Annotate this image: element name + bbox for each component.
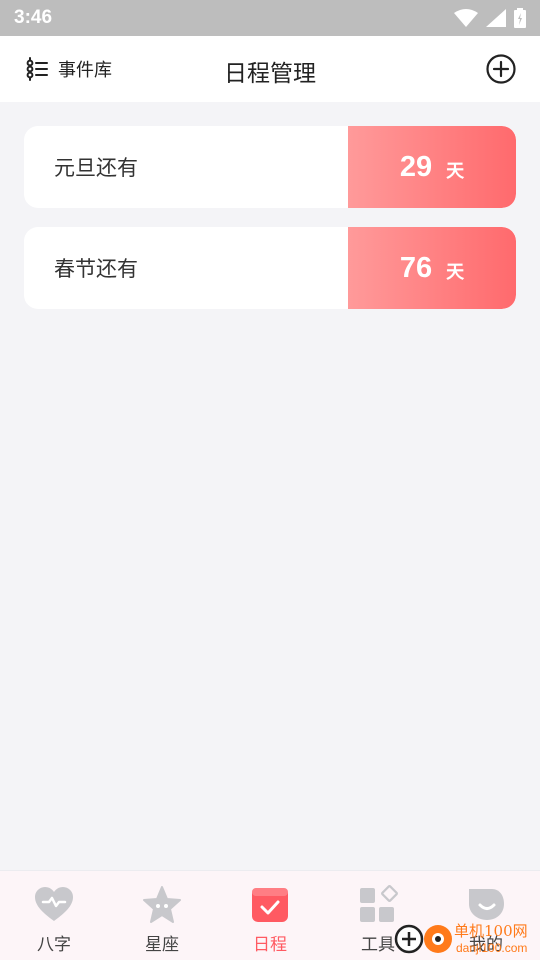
nav-item-constellation[interactable]: 星座 <box>108 871 216 960</box>
page-title: 日程管理 <box>224 61 316 87</box>
nav-label: 八字 <box>37 935 71 955</box>
watermark: 单机100网 danji100.com <box>394 918 540 960</box>
nav-label: 工具 <box>361 935 395 955</box>
status-time: 3:46 <box>14 7 53 28</box>
header: 事件库 日程管理 <box>0 36 540 102</box>
event-name: 春节还有 <box>54 257 138 281</box>
calendar-check-icon <box>252 888 288 922</box>
event-card-new-year[interactable]: 元旦还有 29 天 <box>24 126 516 208</box>
heart-icon <box>35 887 73 921</box>
nav-item-bazi[interactable]: 八字 <box>0 871 108 960</box>
event-list: 元旦还有 29 天 春节还有 76 天 <box>24 126 516 328</box>
battery-icon <box>514 8 526 28</box>
wifi-icon <box>454 9 478 27</box>
watermark-url: danji100.com <box>456 941 528 955</box>
star-icon <box>143 886 181 923</box>
event-days: 76 <box>399 251 433 284</box>
add-event-button[interactable] <box>485 53 517 85</box>
watermark-logo-icon <box>394 924 452 954</box>
event-unit: 天 <box>446 262 465 283</box>
event-countdown: 76 天 <box>348 227 516 309</box>
nav-label: 星座 <box>145 935 179 955</box>
watermark-name: 单机100网 <box>454 922 528 940</box>
event-unit: 天 <box>446 161 465 182</box>
event-countdown: 29 天 <box>348 126 516 208</box>
event-days: 29 <box>399 150 433 183</box>
nav-item-schedule[interactable]: 日程 <box>216 871 324 960</box>
event-card-spring-festival[interactable]: 春节还有 76 天 <box>24 227 516 309</box>
event-name: 元旦还有 <box>54 156 138 180</box>
nav-label: 日程 <box>253 935 287 955</box>
status-icons <box>454 8 526 28</box>
signal-icon <box>486 9 506 27</box>
status-bar: 3:46 <box>0 0 540 36</box>
grid-icon <box>360 885 398 922</box>
